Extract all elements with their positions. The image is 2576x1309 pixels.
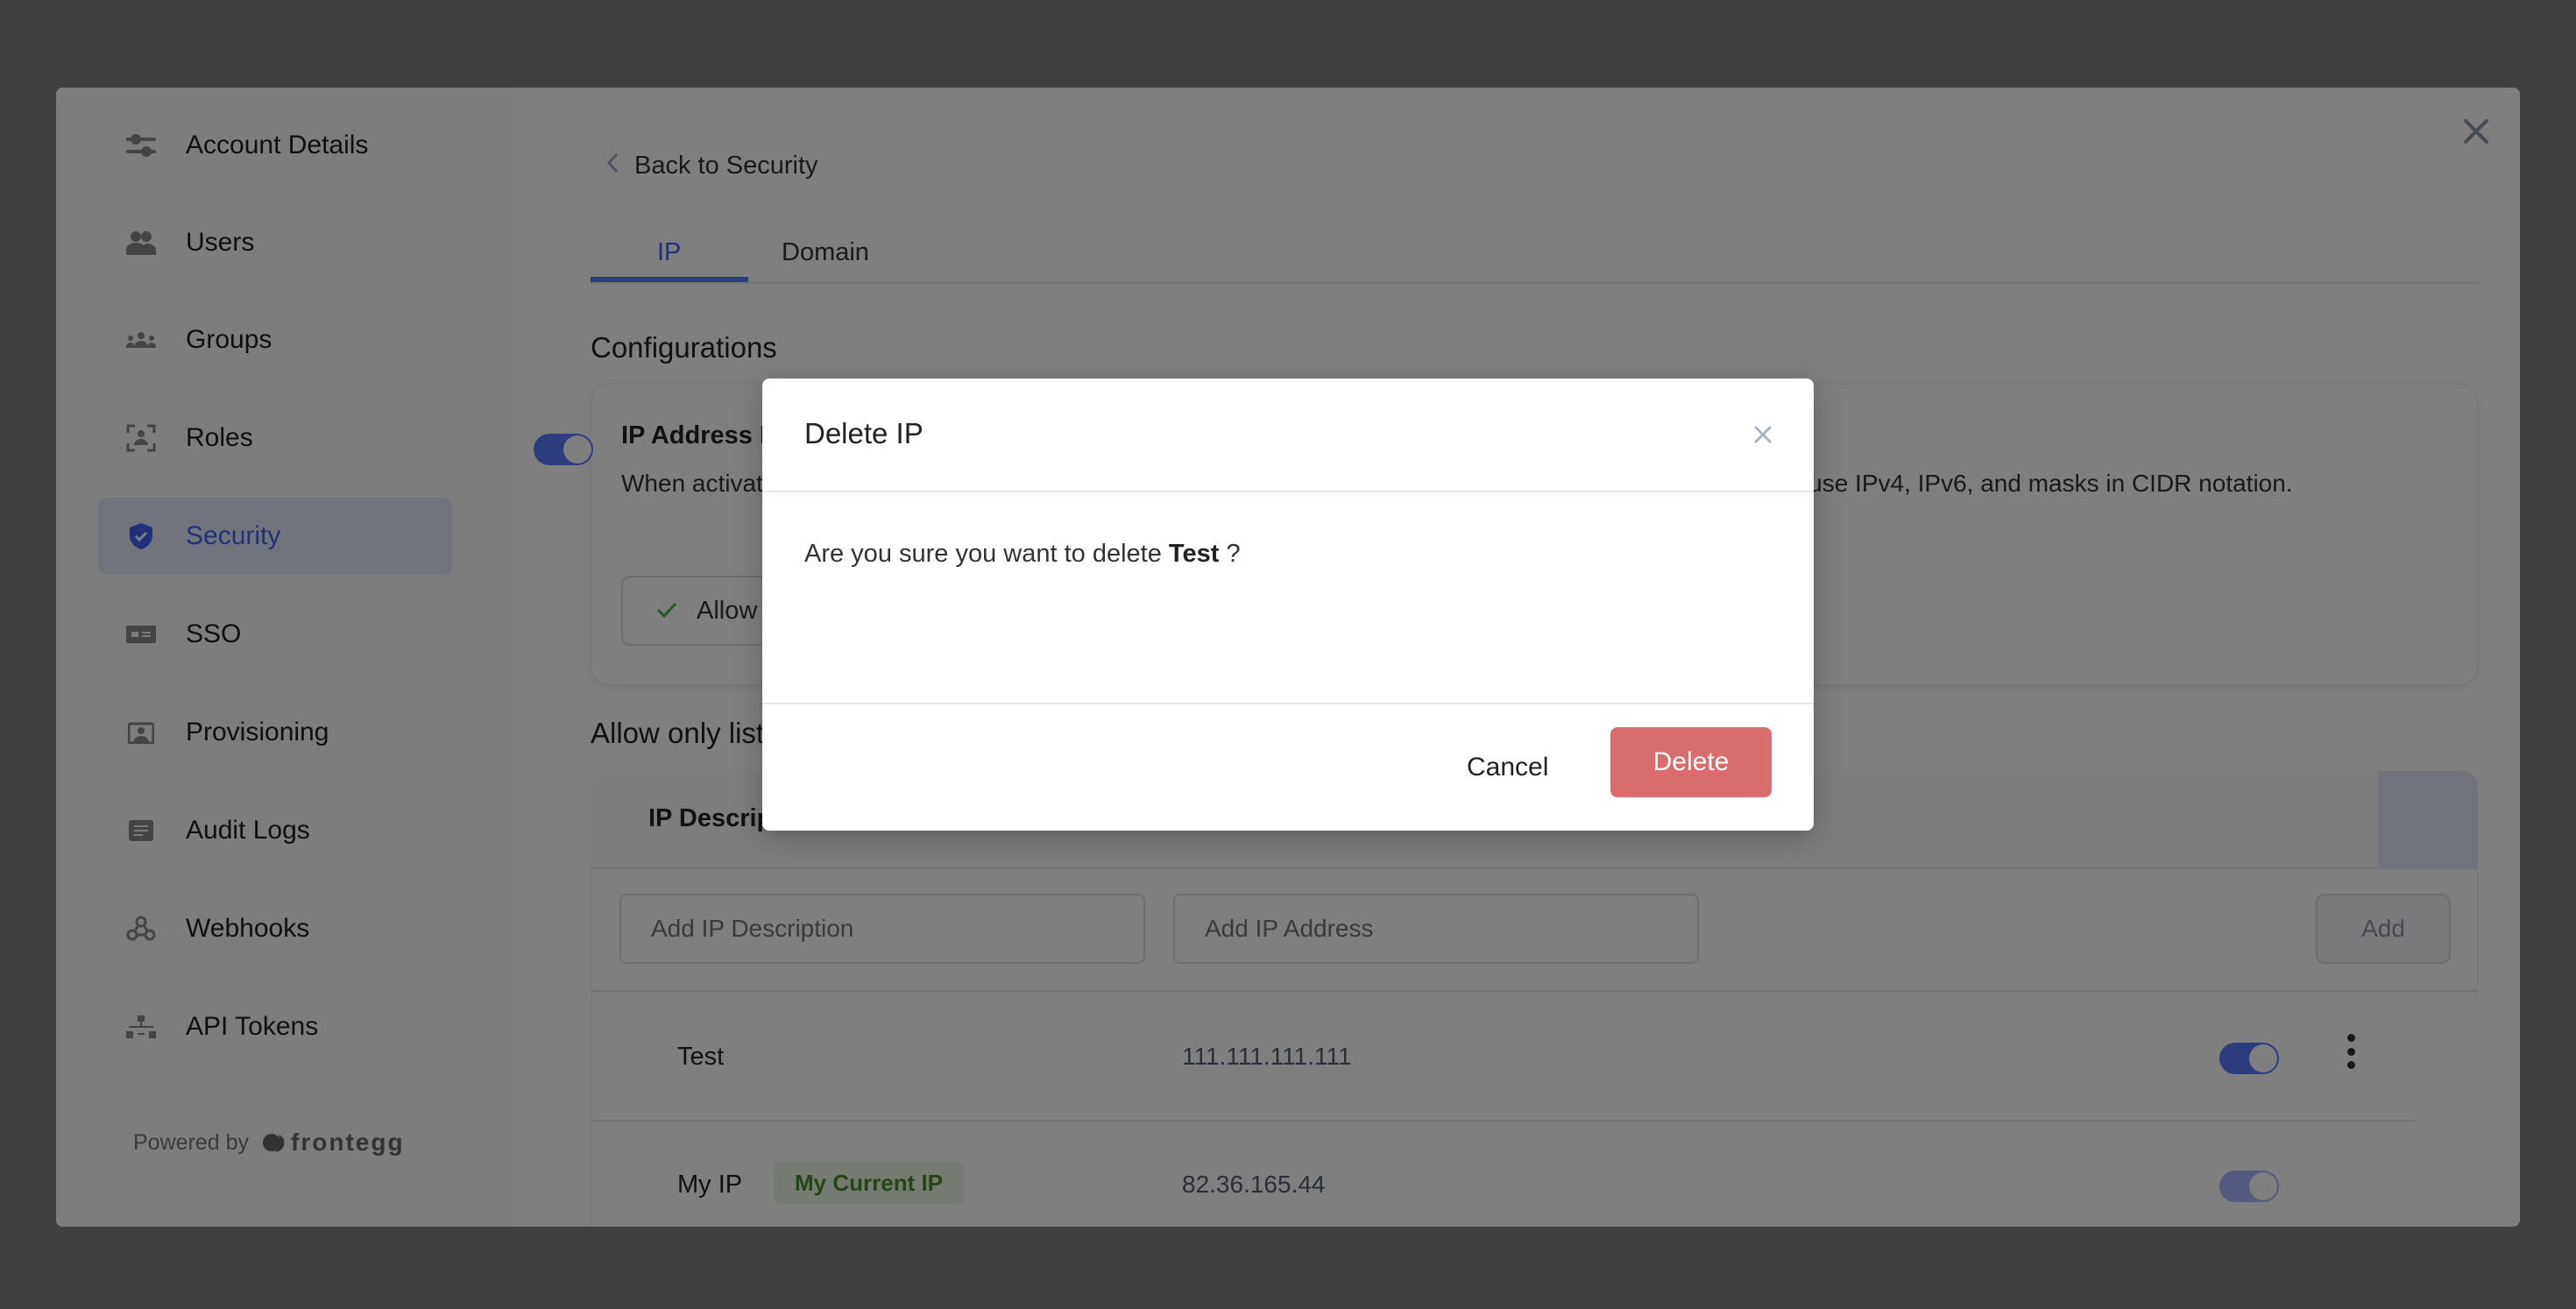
close-icon: [1754, 426, 1772, 443]
modal-footer: Cancel Delete: [762, 704, 1814, 829]
delete-ip-modal: Delete IP Are you sure you want to delet…: [762, 379, 1814, 831]
message-target: Test: [1168, 540, 1220, 568]
modal-close-button[interactable]: [1747, 419, 1779, 450]
delete-button[interactable]: Delete: [1610, 727, 1772, 797]
message-suffix: ?: [1226, 540, 1241, 568]
modal-body: Are you sure you want to delete Test ?: [762, 492, 1814, 704]
message-prefix: Are you sure you want to delete: [804, 540, 1162, 568]
cancel-button[interactable]: Cancel: [1446, 732, 1569, 803]
modal-message: Are you sure you want to delete Test ?: [804, 540, 1241, 569]
modal-title: Delete IP: [804, 417, 924, 449]
modal-header: Delete IP: [762, 379, 1814, 492]
